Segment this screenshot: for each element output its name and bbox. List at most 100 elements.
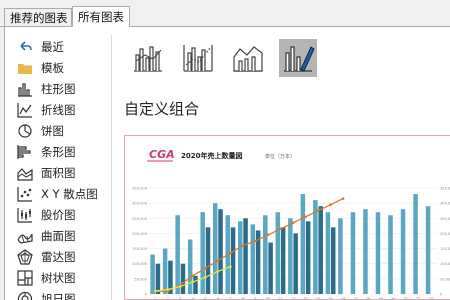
- bar-series-1: [162, 248, 168, 294]
- line-series-yellow-point: [216, 269, 220, 273]
- combo-type-clustered-column-line[interactable]: [129, 39, 167, 77]
- sidebar-item-treemap[interactable]: 树状图: [17, 268, 107, 288]
- sidebar-item-surface[interactable]: 曲面图: [17, 226, 107, 246]
- sidebar-item-column[interactable]: 柱形图: [17, 79, 107, 99]
- sidebar-item-label: 模板: [41, 61, 64, 75]
- chart-preview-svg: CGA 2020年売上数量図 単位（万本） 0 0 50,000 50,000 100,000…: [132, 148, 450, 299]
- line-series-orange-point: [216, 259, 220, 262]
- bar-series-1: [275, 212, 281, 294]
- bar-series-1: [325, 212, 331, 294]
- sidebar-item-label: 饼图: [41, 124, 64, 138]
- bar-series-1: [175, 215, 180, 294]
- line-series-orange-point: [254, 239, 257, 243]
- custom-combination-heading: 自定义组合: [124, 100, 200, 118]
- combo-type-custom-combination[interactable]: [279, 39, 317, 77]
- bar-series-2: [193, 275, 198, 294]
- bar-series-2: [280, 227, 286, 294]
- sidebar-item-label: 柱形图: [41, 82, 76, 96]
- bar-chart-icon: [17, 144, 33, 160]
- chart-preview: CGA 2020年売上数量図 単位（万本） 0 0 50,000 50,000 100,000…: [124, 135, 450, 300]
- bar-series-2: [318, 206, 323, 294]
- sidebar-item-label: 条形图: [41, 145, 76, 159]
- line-series-orange-point: [316, 209, 320, 213]
- bar-series-1: [363, 209, 368, 294]
- sidebar-item-bar[interactable]: 条形图: [17, 142, 107, 162]
- column-chart-icon: [17, 81, 33, 97]
- bar-series-2: [205, 227, 211, 294]
- tab-bar: 推荐的图表 所有图表: [0, 0, 450, 27]
- y-tick-label: 200,000: [132, 232, 148, 236]
- sidebar-item-recent[interactable]: 最近: [17, 37, 107, 57]
- sidebar-item-sunburst[interactable]: 旭日图: [17, 289, 107, 300]
- line-series-orange-point: [304, 215, 307, 219]
- bar-series-1: [300, 194, 306, 294]
- bar-series-1: [263, 215, 268, 294]
- line-series-orange-point: [291, 221, 295, 225]
- line-series-orange-point: [266, 233, 270, 237]
- sidebar-item-area[interactable]: 面积图: [17, 163, 107, 183]
- bar-series-2: [268, 242, 273, 294]
- line-series-yellow-point: [153, 289, 157, 293]
- y2-tick-label: 150,000: [440, 247, 450, 251]
- y2-tick-label: 0: [440, 293, 443, 297]
- bar-series-2: [218, 209, 223, 294]
- line-series-orange-point: [329, 203, 332, 206]
- line-series-yellow-point: [204, 276, 207, 279]
- clustered-column-line-icon: [131, 39, 165, 77]
- stacked-area-clustered-column-icon: [231, 39, 265, 77]
- radar-chart-icon: [17, 249, 33, 265]
- line-series-orange-point: [191, 274, 195, 278]
- sidebar-item-radar[interactable]: 雷达图: [17, 247, 107, 267]
- y2-tick-label: 200,000: [440, 232, 450, 236]
- scatter-chart-icon: [17, 186, 33, 202]
- sidebar-item-label: X Y 散点图: [41, 187, 98, 201]
- sidebar-item-label: 曲面图: [41, 229, 76, 243]
- sidebar-item-stock[interactable]: 股价图: [17, 205, 107, 225]
- treemap-chart-icon: [17, 270, 33, 286]
- bar-series-1: [375, 212, 381, 294]
- y2-tick-label: 300,000: [440, 202, 450, 206]
- y-tick-label: 150,000: [132, 247, 148, 251]
- line-series-orange-point: [204, 266, 207, 270]
- sidebar-item-line[interactable]: 折线图: [17, 100, 107, 120]
- bar-series-1: [150, 254, 155, 294]
- sidebar-item-scatter[interactable]: X Y 散点图: [17, 184, 107, 204]
- sidebar-item-label: 股价图: [41, 208, 76, 222]
- sidebar-divider: [111, 35, 112, 300]
- line-series-orange-point: [341, 197, 345, 200]
- area-chart-icon: [17, 165, 33, 181]
- bar-series-1: [250, 224, 256, 294]
- y-tick-label: 0: [145, 293, 148, 297]
- sidebar-item-label: 折线图: [41, 103, 76, 117]
- bar-series-2: [243, 218, 248, 294]
- y-tick-label: 100,000: [132, 262, 148, 266]
- tab-all-charts[interactable]: 所有图表: [72, 6, 130, 27]
- custom-combination-icon: [281, 39, 315, 77]
- sidebar-item-label: 最近: [41, 40, 64, 54]
- y-tick-label: 350,000: [132, 187, 148, 191]
- line-series-orange-point: [241, 244, 245, 247]
- bar-series-2: [330, 227, 336, 294]
- sidebar-item-templates[interactable]: 模板: [17, 58, 107, 78]
- undo-arrow-icon: [17, 39, 33, 55]
- bar-series-1: [338, 218, 343, 294]
- chart-subtitle: 単位（万本）: [265, 153, 295, 160]
- combo-type-clustered-column-line-secondary[interactable]: [179, 39, 217, 77]
- tab-recommended-charts[interactable]: 推荐的图表: [4, 8, 72, 27]
- y2-tick-label: 50,000: [440, 277, 450, 281]
- bar-series-1: [388, 215, 393, 294]
- change-chart-type-dialog: 推荐的图表 所有图表 最近 模板 柱形图 折线图 饼图 条形图 面积图 X Y …: [0, 0, 450, 300]
- folder-icon: [17, 60, 33, 76]
- clustered-column-line-secondary-axis-icon: [181, 39, 215, 77]
- bar-series-2: [155, 263, 161, 294]
- line-series-yellow-point: [191, 280, 195, 284]
- y-tick-label: 50,000: [134, 277, 147, 281]
- bar-series-1: [212, 203, 218, 294]
- surface-chart-icon: [17, 228, 33, 244]
- line-series-yellow-point: [179, 285, 182, 288]
- bar-series-2: [180, 263, 186, 294]
- sidebar-item-label: 面积图: [41, 166, 76, 180]
- sidebar-item-pie[interactable]: 饼图: [17, 121, 107, 141]
- combo-type-stacked-area-column[interactable]: [229, 39, 267, 77]
- line-series-orange-point: [279, 227, 282, 231]
